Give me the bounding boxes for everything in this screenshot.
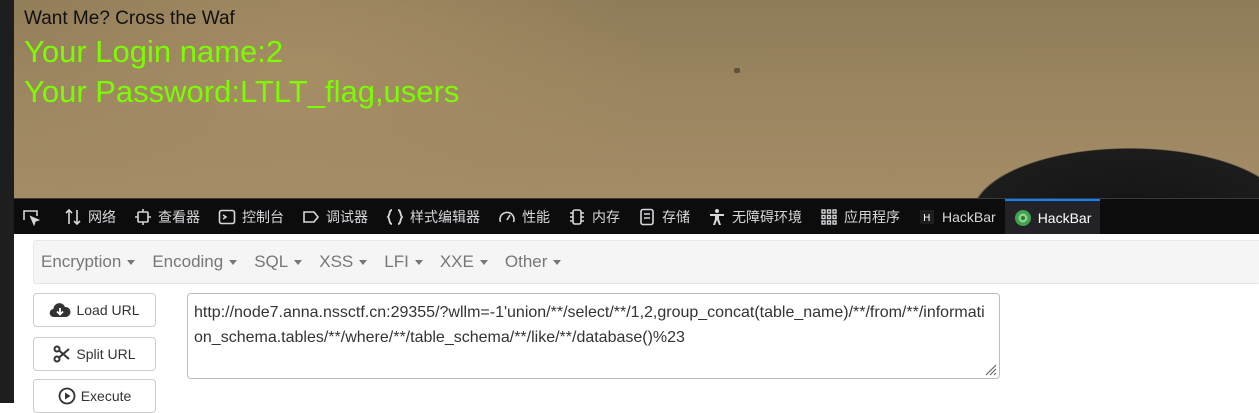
- hackbar-green-icon: [1014, 210, 1031, 226]
- debugger-icon: [303, 211, 320, 223]
- performance-icon: [499, 211, 515, 223]
- menu-label: Encryption: [41, 252, 122, 271]
- element-picker-button[interactable]: [14, 199, 55, 235]
- menu-label: SQL: [254, 252, 289, 271]
- load-url-button[interactable]: Load URL: [33, 293, 156, 327]
- menu-encryption[interactable]: Encryption: [34, 252, 145, 272]
- network-icon: [65, 208, 81, 226]
- storage-icon: [640, 208, 654, 226]
- caret-down-icon: [479, 259, 488, 265]
- style-editor-icon: [386, 209, 404, 225]
- login-name-text: Your Login name:2: [24, 34, 284, 69]
- cloud-download-icon: [50, 303, 71, 318]
- resize-grip-icon[interactable]: [983, 362, 997, 376]
- url-text: http://node7.anna.nssctf.cn:29355/?wllm=…: [194, 304, 985, 346]
- caret-down-icon: [294, 259, 303, 265]
- menu-encoding[interactable]: Encoding: [145, 252, 247, 272]
- tab-accessibility[interactable]: 无障碍环境: [699, 199, 811, 235]
- tab-label: 应用程序: [844, 209, 900, 225]
- password-text: Your Password:LTLT_flag,users: [24, 74, 460, 109]
- split-url-label: Split URL: [76, 346, 136, 362]
- caret-down-icon: [359, 259, 368, 265]
- caret-down-icon: [553, 259, 562, 265]
- menu-label: XXE: [439, 252, 474, 271]
- devtools-toolbar: 网络 查看器 控制台 调试器 样式编辑器 性能 内存 存储 无障碍环境 应用程序…: [14, 198, 1259, 235]
- menu-other[interactable]: Other: [498, 252, 572, 272]
- tab-label: 存储: [662, 209, 690, 225]
- split-url-button[interactable]: Split URL: [33, 337, 156, 371]
- caret-down-icon: [414, 259, 423, 265]
- tab-network[interactable]: 网络: [55, 199, 125, 235]
- tab-label: 调试器: [326, 209, 368, 225]
- play-circle-icon: [58, 387, 76, 405]
- scissors-icon: [53, 345, 71, 363]
- tab-label: 控制台: [242, 209, 284, 225]
- accessibility-icon: [710, 209, 724, 225]
- menu-xss[interactable]: XSS: [312, 252, 377, 272]
- tab-label: 查看器: [158, 209, 200, 225]
- menu-label: Other: [504, 252, 548, 271]
- tab-performance[interactable]: 性能: [489, 199, 559, 235]
- web-page-content: Want Me? Cross the Waf Your Login name:2…: [0, 0, 1259, 198]
- memory-icon: [570, 209, 584, 225]
- url-textarea[interactable]: http://node7.anna.nssctf.cn:29355/?wllm=…: [187, 293, 1000, 379]
- tab-label: 无障碍环境: [732, 209, 802, 225]
- menu-label: XSS: [319, 252, 354, 271]
- hackbar-panel: Encryption Encoding SQL XSS LFI XXE Othe…: [14, 234, 1259, 413]
- execute-label: Execute: [80, 388, 132, 404]
- caret-down-icon: [229, 259, 238, 265]
- tab-style-editor[interactable]: 样式编辑器: [377, 199, 489, 235]
- tab-label: HackBar: [1037, 210, 1092, 226]
- menu-xxe[interactable]: XXE: [433, 252, 498, 272]
- tab-label: 性能: [522, 209, 550, 225]
- window-left-edge: [0, 0, 14, 403]
- tab-console[interactable]: 控制台: [209, 199, 293, 235]
- tab-label: 内存: [592, 209, 620, 225]
- menu-sql[interactable]: SQL: [247, 252, 312, 272]
- menu-lfi[interactable]: LFI: [377, 252, 433, 272]
- tab-label: 网络: [88, 209, 116, 225]
- svg-text:H: H: [923, 213, 931, 224]
- execute-button[interactable]: Execute: [33, 379, 156, 413]
- menu-label: Encoding: [152, 252, 224, 271]
- tab-application[interactable]: 应用程序: [811, 199, 909, 235]
- page-text-block: Want Me? Cross the Waf Your Login name:2…: [24, 6, 459, 112]
- tab-inspector[interactable]: 查看器: [125, 199, 209, 235]
- inspector-icon: [135, 209, 151, 225]
- element-picker-icon: [23, 210, 40, 226]
- application-icon: [821, 209, 837, 225]
- load-url-label: Load URL: [76, 302, 140, 318]
- tab-hackbar-active[interactable]: HackBar: [1004, 199, 1101, 235]
- caret-down-icon: [127, 259, 136, 265]
- tab-hackbar[interactable]: H HackBar: [909, 199, 1005, 235]
- tab-label: HackBar: [942, 209, 996, 225]
- tab-storage[interactable]: 存储: [629, 199, 699, 235]
- page-title: Want Me? Cross the Waf: [24, 8, 235, 29]
- hackbar-icon: H: [920, 210, 934, 224]
- menu-label: LFI: [384, 252, 409, 271]
- tab-memory[interactable]: 内存: [559, 199, 629, 235]
- tab-debugger[interactable]: 调试器: [293, 199, 377, 235]
- background-speck: [734, 68, 740, 73]
- console-icon: [218, 209, 236, 225]
- tab-label: 样式编辑器: [410, 209, 480, 225]
- hackbar-menubar: Encryption Encoding SQL XSS LFI XXE Othe…: [33, 240, 1259, 284]
